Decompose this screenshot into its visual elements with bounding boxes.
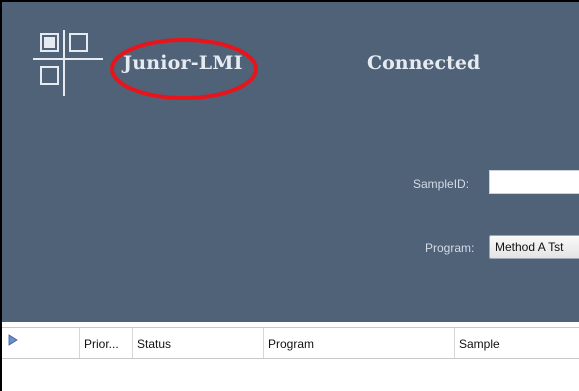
column-header-program[interactable]: Program — [264, 328, 455, 358]
column-header-status[interactable]: Status — [133, 328, 264, 358]
program-label: Program: — [425, 241, 475, 255]
grid-body — [2, 359, 579, 391]
program-select[interactable]: Method A Tst — [489, 235, 579, 259]
header-panel: Junior-LMI Connected SampleID: Program: … — [2, 2, 579, 322]
column-header-priority[interactable]: Prior... — [80, 328, 133, 358]
highlight-ring — [110, 38, 258, 100]
connection-status: Connected — [367, 52, 481, 74]
app-name: Junior-LMI — [123, 52, 243, 74]
app-window: Junior-LMI Connected SampleID: Program: … — [0, 0, 579, 391]
grid-header: Prior... Status Program Sample — [2, 327, 579, 359]
lmi-logo-icon — [33, 30, 103, 96]
sample-id-input[interactable] — [489, 170, 579, 194]
column-header-sample[interactable]: Sample — [455, 328, 579, 358]
grid-expand-column[interactable] — [2, 328, 80, 358]
triangle-right-icon — [8, 334, 18, 346]
sample-id-label: SampleID: — [413, 177, 470, 191]
